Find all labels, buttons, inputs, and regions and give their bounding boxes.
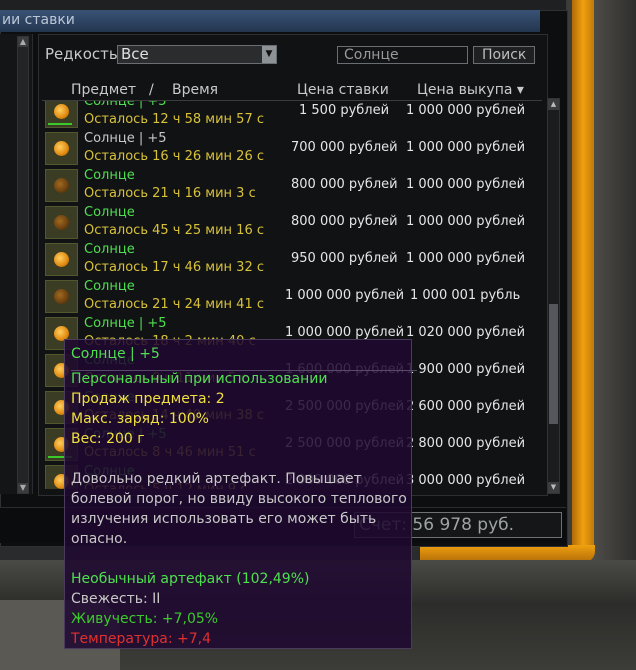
buyout-price: 3 000 000 рублей xyxy=(406,473,526,488)
item-slot[interactable] xyxy=(45,132,78,165)
item-name: Солнце | +5 xyxy=(84,101,167,109)
bid-price: 700 000 рублей xyxy=(291,140,398,155)
buyout-price: 2 800 000 рублей xyxy=(406,436,526,451)
time-left: Осталось 12 ч 58 мин 57 с xyxy=(84,112,264,127)
orange-frame xyxy=(572,0,594,560)
item-slot[interactable] xyxy=(45,280,78,313)
sun-artifact-icon xyxy=(54,178,69,193)
item-name: Солнце xyxy=(84,168,135,183)
lot-row[interactable]: Солнце | +5 Осталось 12 ч 58 мин 57 с 1 50… xyxy=(42,101,542,131)
item-name: Солнце xyxy=(84,242,135,257)
scroll-down-icon[interactable]: ▼ xyxy=(18,483,28,493)
lot-row[interactable]: Солнце Осталось 21 ч 16 мин 3 с 800 000 ру… xyxy=(42,168,542,205)
sun-artifact-icon xyxy=(54,104,69,119)
rarity-select[interactable]: Все ▼ xyxy=(117,45,277,64)
tooltip-sales: Продаж предмета: 2 xyxy=(71,391,225,407)
scroll-up-icon[interactable]: ▲ xyxy=(548,99,559,110)
tooltip-charge: Макс. заряд: 100% xyxy=(71,411,209,427)
sun-artifact-icon xyxy=(54,141,69,156)
window-title: ии ставки xyxy=(2,12,75,28)
item-slot[interactable] xyxy=(45,101,78,128)
item-slot[interactable] xyxy=(45,169,78,202)
tooltip-rarity: Необычный артефакт (102,49%) xyxy=(71,571,310,587)
item-name: Солнце | +5 xyxy=(84,131,167,146)
time-left: Осталось 21 ч 16 мин 3 с xyxy=(84,186,256,201)
bid-price: 800 000 рублей xyxy=(291,214,398,229)
column-header-buyout[interactable]: Цена выкупа ▾ xyxy=(417,82,524,98)
bid-price: 1 000 000 рублей xyxy=(285,288,405,303)
time-left: Осталось 16 ч 26 мин 26 с xyxy=(84,149,264,164)
search-placeholder: Солнце xyxy=(344,47,399,63)
charge-bar xyxy=(48,123,72,125)
column-header-item[interactable]: Предмет xyxy=(71,82,136,98)
tooltip-description-line: болевой порог, но ввиду высокого теплово… xyxy=(71,491,407,507)
item-slot[interactable] xyxy=(45,243,78,276)
bid-price: 800 000 рублей xyxy=(291,177,398,192)
sun-artifact-icon xyxy=(54,252,69,267)
item-name: Солнце | +5 xyxy=(84,316,167,331)
tooltip-description-line: опасно. xyxy=(71,531,128,547)
item-name: Солнце xyxy=(84,279,135,294)
scroll-up-icon[interactable]: ▲ xyxy=(18,37,28,47)
scroll-down-icon[interactable]: ▼ xyxy=(548,482,559,493)
window-titlebar[interactable]: ии ставки xyxy=(0,10,540,32)
tooltip-vitality: Живучесть: +7,05% xyxy=(71,611,219,627)
buyout-price: 1 000 000 рублей xyxy=(406,214,526,229)
bid-price: 950 000 рублей xyxy=(291,251,398,266)
buyout-price: 2 600 000 рублей xyxy=(406,399,526,414)
tooltip-title: Солнце | +5 xyxy=(71,346,160,362)
column-header-time[interactable]: Время xyxy=(172,82,218,98)
tooltip-description-line: Довольно редкий артефакт. Повышает xyxy=(71,471,362,487)
time-left: Осталось 17 ч 46 мин 32 с xyxy=(84,260,264,275)
lot-row[interactable]: Солнце Осталось 45 ч 25 мин 16 с 800 000 р… xyxy=(42,205,542,242)
buyout-price: 1 900 000 рублей xyxy=(406,362,526,377)
item-tooltip: Солнце | +5 Персональный при использован… xyxy=(64,339,417,649)
bid-price: 1 000 000 рублей xyxy=(285,325,405,340)
time-left: Осталось 45 ч 25 мин 16 с xyxy=(84,223,264,238)
rarity-label: Редкость xyxy=(45,45,118,63)
search-input[interactable]: Солнце xyxy=(337,46,468,64)
buyout-price: 1 000 001 рубль xyxy=(410,288,521,303)
sun-artifact-icon xyxy=(54,215,69,230)
tooltip-temperature: Температура: +7,4 xyxy=(71,631,212,647)
list-scrollbar[interactable]: ▲ ▼ xyxy=(547,98,560,494)
item-name: Солнце xyxy=(84,205,135,220)
search-button[interactable]: Поиск xyxy=(473,46,535,64)
lot-row[interactable]: Солнце Осталось 17 ч 46 мин 32 с 950 000 р… xyxy=(42,242,542,279)
tooltip-freshness: Свежесть: II xyxy=(71,591,161,607)
time-left: Осталось 21 ч 24 мин 41 с xyxy=(84,297,264,312)
buyout-price: 1 000 000 рублей xyxy=(406,251,526,266)
lot-row[interactable]: Солнце | +5 Осталось 16 ч 26 мин 26 с 700 … xyxy=(42,131,542,168)
buyout-price: 1 020 000 рублей xyxy=(406,325,526,340)
tooltip-personal: Персональный при использовании xyxy=(71,371,328,387)
chevron-down-icon[interactable]: ▼ xyxy=(262,46,276,63)
scrollbar-thumb[interactable] xyxy=(549,304,558,424)
column-header-separator: / xyxy=(149,82,154,98)
buyout-price: 1 000 000 рублей xyxy=(406,103,526,118)
column-header-bid[interactable]: Цена ставки xyxy=(297,82,389,98)
left-scrollbar[interactable]: ▲ ▼ xyxy=(17,36,29,494)
tooltip-description-line: излучения использовать его может быть xyxy=(71,511,377,527)
tooltip-weight: Вес: 200 г xyxy=(71,431,145,447)
sun-artifact-icon xyxy=(54,289,69,304)
rarity-value: Все xyxy=(121,45,149,63)
item-slot[interactable] xyxy=(45,206,78,239)
lot-row[interactable]: Солнце Осталось 21 ч 24 мин 41 с 1 000 000… xyxy=(42,279,542,316)
buyout-price: 1 000 000 рублей xyxy=(406,177,526,192)
buyout-price: 1 000 000 рублей xyxy=(406,140,526,155)
bid-price: 1 500 рублей xyxy=(299,103,390,118)
